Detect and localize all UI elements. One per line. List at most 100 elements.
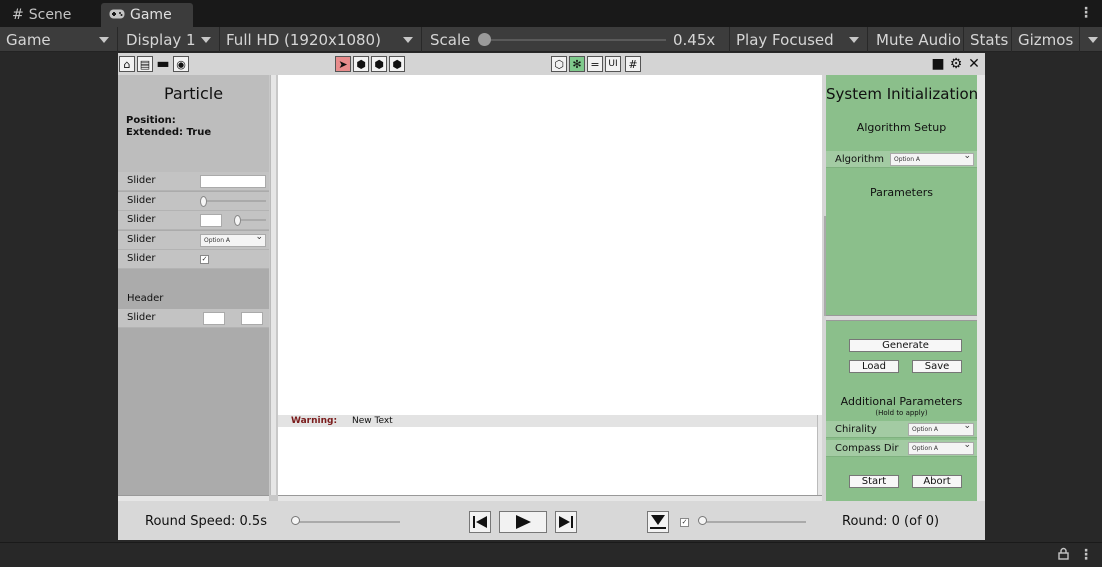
chirality-dropdown[interactable]: Option A [908, 421, 974, 436]
param-checkbox[interactable]: ✓ [200, 255, 209, 264]
tab-menu-icon[interactable]: ⋮ [1079, 5, 1093, 21]
round-speed-slider-thumb[interactable] [291, 516, 300, 525]
param-label: Slider [127, 195, 156, 206]
game-toolbar: ⌂ ▤ ▬ ◉ ➤ ⬢ ⬢ ⬢ ⬡ ✻ = UI # ■ ⚙ ✕ [118, 53, 985, 75]
param-label: Slider [127, 253, 156, 264]
load-button[interactable]: Load [849, 360, 899, 373]
param-slider-thumb[interactable] [234, 215, 241, 226]
tab-scene-label: Scene [28, 7, 72, 23]
param-text-field[interactable] [200, 175, 266, 188]
gizmos-label: Gizmos [1018, 30, 1074, 49]
view-select-dropdown[interactable]: Game [0, 27, 118, 52]
game-view: ⌂ ▤ ▬ ◉ ➤ ⬢ ⬢ ⬢ ⬡ ✻ = UI # ■ ⚙ ✕ Particl… [118, 53, 985, 540]
simulation-controls: Round Speed: 0.5s ✓ Round: 0 (of 0) [118, 501, 985, 540]
param-field-b[interactable] [241, 312, 263, 325]
param-slider-track[interactable] [237, 219, 266, 221]
hold-to-apply-note: (Hold to apply) [875, 409, 928, 417]
algorithm-dropdown[interactable]: Option A [890, 151, 974, 166]
extended-label: Extended: True [126, 127, 212, 138]
stats-label: Stats [970, 30, 1009, 49]
tab-scene[interactable]: # Scene [4, 3, 100, 27]
particle-info: Position: Extended: True [126, 115, 211, 139]
param-label: Slider [127, 234, 156, 245]
step-forward-icon [559, 516, 573, 528]
close-icon[interactable]: ✕ [966, 56, 982, 72]
hexagon-grid-icon[interactable]: ✻ [569, 56, 585, 72]
hash-grid-icon[interactable]: # [625, 56, 641, 72]
mute-audio-toggle[interactable]: Mute Audio [870, 27, 964, 52]
param-field-a[interactable] [203, 312, 225, 325]
param-row: Slider [118, 211, 269, 230]
video-camera-icon[interactable]: ■ [930, 56, 946, 72]
grid-icon: # [12, 7, 24, 23]
right-panel-scrollbar[interactable] [977, 75, 985, 501]
particle-panel-scrollbar[interactable] [270, 75, 276, 495]
play-button[interactable] [499, 511, 547, 533]
resolution-label: Full HD (1920x1080) [226, 30, 381, 49]
remove-particle-icon[interactable]: ⬢ [371, 56, 387, 72]
tab-game[interactable]: Game [101, 3, 193, 27]
scale-slider-track[interactable] [488, 39, 666, 41]
particle-panel-title: Particle [163, 84, 224, 103]
chevron-down-icon [99, 37, 109, 43]
lock-icon[interactable] [1058, 547, 1069, 563]
jump-to-end-button[interactable] [647, 511, 669, 533]
start-button[interactable]: Start [849, 475, 899, 488]
param-row: Slider [118, 309, 269, 328]
gizmos-toggle[interactable]: Gizmos [1012, 27, 1080, 52]
scale-slider-thumb[interactable] [478, 33, 491, 46]
round-counter: Round: 0 (of 0) [842, 514, 940, 529]
parameters-heading: Parameters [870, 186, 933, 199]
play-mode-dropdown[interactable]: Play Focused [730, 27, 868, 52]
save-icon[interactable]: ▤ [137, 56, 153, 72]
step-back-button[interactable] [469, 511, 491, 533]
jump-to-end-icon [650, 515, 666, 529]
abort-button[interactable]: Abort [912, 475, 962, 488]
add-particle-icon[interactable]: ⬢ [353, 56, 369, 72]
statusbar-menu-icon[interactable]: ⋮ [1079, 547, 1093, 563]
param-slider-track[interactable] [202, 200, 266, 202]
hexagon-icon[interactable]: ⬡ [551, 56, 567, 72]
settings-icon[interactable]: ⚙ [948, 56, 964, 72]
param-value-field[interactable] [200, 214, 222, 227]
param-slider-thumb[interactable] [200, 196, 207, 207]
chevron-down-icon [201, 37, 211, 43]
step-forward-button[interactable] [555, 511, 577, 533]
generate-button[interactable]: Generate [849, 339, 962, 352]
chirality-label: Chirality [835, 424, 877, 435]
gizmos-dropdown[interactable] [1080, 27, 1102, 52]
warning-text: New Text [352, 416, 393, 426]
param-row: Slider [118, 172, 269, 191]
round-speed-slider-track[interactable] [296, 521, 400, 523]
stats-toggle[interactable]: Stats [964, 27, 1012, 52]
round-slider-thumb[interactable] [698, 516, 707, 525]
warning-label: Warning: [291, 416, 338, 426]
compass-dir-dropdown[interactable]: Option A [908, 440, 974, 455]
auto-follow-checkbox[interactable]: ✓ [680, 518, 689, 527]
log-area [278, 427, 817, 495]
editor-tabbar: # Scene Game ⋮ [0, 0, 1102, 27]
param-dropdown[interactable]: Option A [200, 232, 266, 247]
system-init-title: System Initialization [826, 85, 979, 103]
camera-icon[interactable]: ◉ [173, 56, 189, 72]
rotate-particle-icon[interactable]: ⬢ [389, 56, 405, 72]
compass-dir-row: Compass Dir Option A [826, 440, 977, 457]
view-select-label: Game [6, 30, 51, 49]
algorithm-setup-heading: Algorithm Setup [856, 121, 947, 134]
ui-toggle-icon[interactable]: UI [605, 56, 621, 72]
section-header: Header [127, 293, 164, 304]
folder-icon[interactable]: ▬ [155, 56, 171, 72]
round-slider-track[interactable] [702, 521, 806, 523]
pointer-tool-icon[interactable]: ➤ [335, 56, 351, 72]
chirality-row: Chirality Option A [826, 421, 977, 438]
tab-game-label: Game [130, 7, 172, 23]
display-dropdown[interactable]: Display 1 [120, 27, 220, 52]
resolution-dropdown[interactable]: Full HD (1920x1080) [220, 27, 422, 52]
panel-separator [826, 315, 977, 321]
position-label: Position: [126, 115, 176, 126]
param-row: Slider ✓ [118, 250, 269, 269]
simulation-canvas[interactable] [278, 75, 822, 415]
home-icon[interactable]: ⌂ [119, 56, 135, 72]
equals-icon[interactable]: = [587, 56, 603, 72]
save-button[interactable]: Save [912, 360, 962, 373]
